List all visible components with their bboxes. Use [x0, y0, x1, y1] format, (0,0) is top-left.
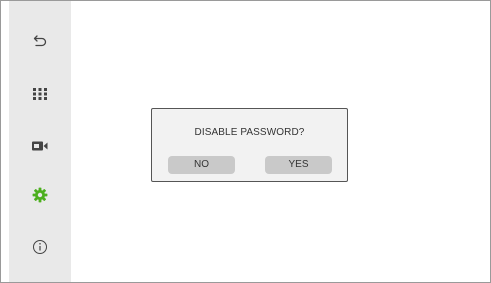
- device-screen: DISABLE PASSWORD? NO YES: [0, 0, 491, 283]
- dialog-title: DISABLE PASSWORD?: [194, 127, 305, 138]
- back-arrow-icon: [32, 33, 48, 49]
- sidebar-item-back[interactable]: [9, 21, 71, 61]
- sidebar-item-camera[interactable]: [9, 126, 71, 166]
- gear-icon: [32, 187, 48, 203]
- sidebar-item-apps[interactable]: [9, 74, 71, 114]
- sidebar: [9, 1, 71, 282]
- camera-icon: [31, 140, 49, 152]
- disable-password-dialog: DISABLE PASSWORD? NO YES: [151, 108, 348, 182]
- sidebar-item-settings[interactable]: [9, 175, 71, 215]
- no-button[interactable]: NO: [168, 156, 235, 174]
- yes-button[interactable]: YES: [265, 156, 332, 174]
- info-icon: [32, 239, 48, 255]
- apps-grid-icon: [32, 87, 48, 101]
- sidebar-item-info[interactable]: [9, 227, 71, 267]
